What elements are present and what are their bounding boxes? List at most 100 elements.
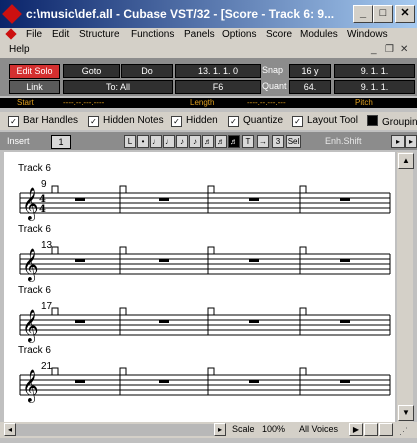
scroll-right-button[interactable]: ▸ xyxy=(214,423,226,436)
goto-field[interactable]: Goto xyxy=(63,64,120,78)
menu-edit[interactable]: Edit xyxy=(52,29,69,40)
length-value: ----.--.---.--- xyxy=(247,98,286,107)
tool-l-button[interactable]: L xyxy=(124,135,136,148)
grouping-box-icon xyxy=(367,115,378,126)
two-page-view-icon[interactable] xyxy=(379,423,393,436)
note-64th-button[interactable]: ♬ xyxy=(228,135,240,148)
mdi-minimize-button[interactable]: _ xyxy=(371,44,377,55)
menu-structure[interactable]: Structure xyxy=(79,29,120,40)
edit-solo-button[interactable]: Edit Solo xyxy=(9,64,60,79)
triplet-button[interactable]: 3 xyxy=(272,135,284,148)
position-field[interactable]: 13. 1. 1. 0 xyxy=(175,64,261,78)
bar-handle xyxy=(299,307,307,316)
whole-rest xyxy=(249,259,259,262)
note-32nd-button[interactable]: ♬ xyxy=(215,135,227,148)
bar-handles-check-icon: ✓ xyxy=(8,116,19,127)
snap-select[interactable]: 16 y xyxy=(289,64,331,78)
treble-clef-icon: 𝄞 xyxy=(22,309,39,343)
menu-modules[interactable]: Modules xyxy=(300,29,338,40)
bar-handle xyxy=(51,307,59,316)
treble-clef-icon: 𝄞 xyxy=(22,248,39,282)
quantize-checkbox[interactable]: ✓ Quantize xyxy=(228,115,283,127)
whole-rest xyxy=(75,198,85,201)
grouping-label: Grouping xyxy=(382,117,417,128)
mdi-close-button[interactable]: ✕ xyxy=(400,44,408,55)
time-signature-bottom: 4 xyxy=(39,204,46,215)
insert-value-field[interactable]: 1 xyxy=(51,135,71,149)
menu-score[interactable]: Score xyxy=(266,29,292,40)
menu-help[interactable]: Help xyxy=(9,44,30,55)
whole-rest xyxy=(75,320,85,323)
minimize-button[interactable]: _ xyxy=(353,5,373,23)
score-area[interactable]: 𝄞 4 4 𝄞 𝄞 𝄞 xyxy=(4,152,395,422)
hidden-checkbox[interactable]: ✓ Hidden xyxy=(171,115,218,127)
play-icon[interactable]: ▶ xyxy=(349,423,363,436)
grouping-checkbox[interactable]: Grouping xyxy=(367,115,417,128)
whole-rest xyxy=(75,259,85,262)
resize-grip-icon[interactable]: ⋰ xyxy=(399,426,408,437)
bar-handle xyxy=(207,185,215,194)
menu-file[interactable]: File xyxy=(26,29,42,40)
window-title: c:\music\def.all - Cubase VST/32 - [Scor… xyxy=(26,7,335,21)
maximize-button[interactable]: □ xyxy=(373,5,393,23)
staff-1-track-name: Track 6 xyxy=(18,163,51,174)
toolbar-expand-button[interactable]: ▸ xyxy=(405,135,417,148)
note-eighth-button[interactable]: ♪ xyxy=(189,135,201,148)
right-locator-1[interactable]: 9. 1. 1. xyxy=(334,64,415,78)
info-strip: Start ----.--.---.---- Length ----.--.--… xyxy=(0,98,417,108)
bar-handles-label: Bar Handles xyxy=(23,115,79,126)
layout-tool-checkbox[interactable]: ✓ Layout Tool xyxy=(292,115,358,127)
layout-tool-label: Layout Tool xyxy=(307,115,358,126)
bar-handle xyxy=(119,185,127,194)
tool-t-button[interactable]: T xyxy=(242,135,254,148)
start-value: ----.--.---.---- xyxy=(63,98,105,107)
quantize-check-icon: ✓ xyxy=(228,116,239,127)
whole-rest xyxy=(340,320,350,323)
menu-functions[interactable]: Functions xyxy=(131,29,174,40)
note-half-button[interactable]: ♩ xyxy=(163,135,175,148)
note-whole-button[interactable]: ♩ xyxy=(150,135,162,148)
right-locator-2[interactable]: 9. 1. 1. xyxy=(334,80,415,94)
voices-selector[interactable]: All Voices xyxy=(299,423,338,436)
link-button[interactable]: Link xyxy=(9,80,60,94)
bar-handle xyxy=(51,246,59,255)
do-field[interactable]: Do xyxy=(121,64,173,78)
menu-windows[interactable]: Windows xyxy=(347,29,388,40)
close-button[interactable]: ✕ xyxy=(395,5,415,23)
whole-rest xyxy=(75,380,85,383)
pitch-label: Pitch xyxy=(355,98,373,107)
quantize-label: Quantize xyxy=(243,115,284,126)
whole-rest xyxy=(159,320,169,323)
mdi-restore-button[interactable]: ❐ xyxy=(385,44,394,55)
f6-field[interactable]: F6 xyxy=(175,80,261,94)
whole-rest xyxy=(340,380,350,383)
scroll-up-button[interactable]: ▲ xyxy=(398,153,414,169)
tool-arrow-button[interactable]: → xyxy=(257,135,269,148)
vertical-scrollbar[interactable] xyxy=(397,152,413,422)
staff-4-measure-number: 21 xyxy=(41,361,53,372)
bar-handle xyxy=(207,367,215,376)
to-field[interactable]: To: All xyxy=(63,80,173,94)
quant-label: Quant xyxy=(262,81,287,91)
note-16th-button[interactable]: ♬ xyxy=(202,135,214,148)
horizontal-scrollbar[interactable] xyxy=(4,424,226,436)
toolbar-scroll-right-button[interactable]: ▸ xyxy=(391,135,405,148)
quant-select[interactable]: 64. xyxy=(289,80,331,94)
tool-dot-button[interactable]: • xyxy=(137,135,149,148)
hidden-check-icon: ✓ xyxy=(171,116,182,127)
menu-options[interactable]: Options xyxy=(222,29,256,40)
bar-handle xyxy=(299,367,307,376)
scroll-down-button[interactable]: ▼ xyxy=(398,405,414,421)
menu-panels[interactable]: Panels xyxy=(184,29,215,40)
sel-button[interactable]: Sel xyxy=(286,135,301,148)
snap-label: Snap xyxy=(262,65,284,75)
hidden-notes-check-icon: ✓ xyxy=(88,116,99,127)
scroll-left-button[interactable]: ◂ xyxy=(4,423,16,436)
hidden-notes-checkbox[interactable]: ✓ Hidden Notes xyxy=(88,115,164,127)
scale-value[interactable]: 100% xyxy=(262,423,285,436)
whole-rest xyxy=(249,380,259,383)
note-quarter-button[interactable]: ♪ xyxy=(176,135,188,148)
staff-4-track-name: Track 6 xyxy=(18,345,51,356)
bar-handles-checkbox[interactable]: ✓ Bar Handles xyxy=(8,115,78,127)
page-view-icon[interactable] xyxy=(364,423,378,436)
